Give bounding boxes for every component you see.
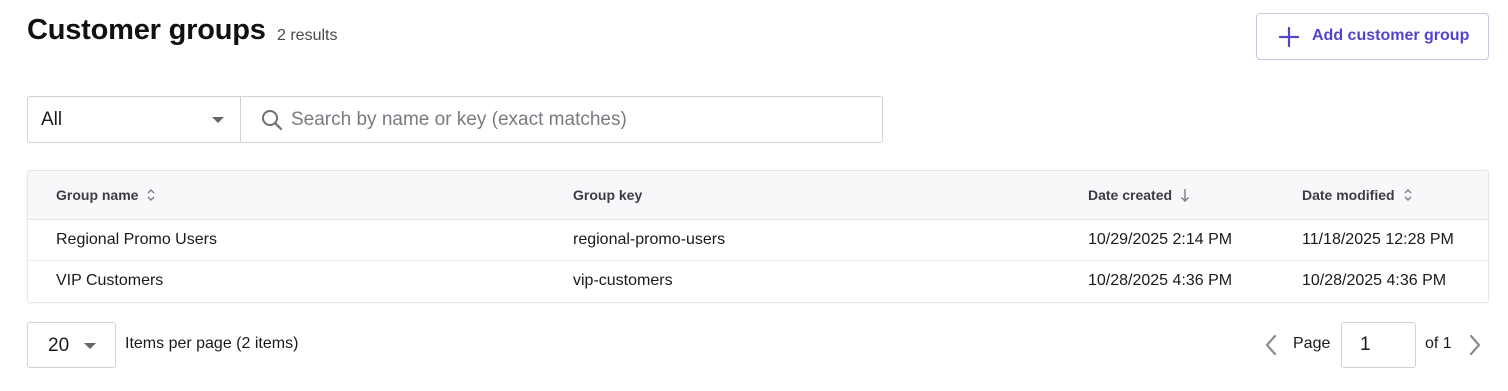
table-header: Group name Group key Date created Date m… [28, 171, 1488, 220]
search-field [241, 97, 882, 142]
table-row[interactable]: VIP Customers vip-customers 10/28/2025 4… [28, 261, 1488, 302]
cell-group-name: Regional Promo Users [56, 231, 217, 248]
page-total-label: of 1 [1425, 335, 1452, 352]
add-customer-group-button[interactable]: Add customer group [1256, 13, 1489, 60]
page-label: Page [1293, 335, 1331, 352]
cell-date-modified: 10/28/2025 4:36 PM [1302, 272, 1447, 289]
add-customer-group-label: Add customer group [1312, 27, 1470, 44]
column-header-date-modified[interactable]: Date modified [1302, 187, 1413, 203]
sort-icon [1404, 189, 1412, 201]
arrow-down-icon [1181, 189, 1190, 202]
result-count: 2 results [277, 27, 338, 44]
page-title: Customer groups [27, 14, 266, 46]
customer-groups-table: Group name Group key Date created Date m… [27, 170, 1489, 303]
filter-type-select[interactable]: All [28, 97, 241, 142]
cell-date-created: 10/28/2025 4:36 PM [1088, 272, 1233, 289]
items-per-page-select[interactable]: 20 [27, 322, 116, 368]
caret-down-icon [84, 343, 96, 349]
cell-group-name: VIP Customers [56, 272, 164, 289]
search-input[interactable] [291, 106, 871, 134]
column-header-label: Date created [1088, 187, 1173, 203]
page-number-input[interactable] [1341, 322, 1416, 368]
chevron-left-icon[interactable] [1262, 333, 1280, 357]
items-per-page-label: Items per page (2 items) [125, 335, 299, 352]
search-icon [262, 110, 283, 131]
column-header-label: Group name [56, 187, 139, 203]
column-header-label: Date modified [1302, 187, 1395, 203]
filter-bar: All [27, 96, 883, 143]
cell-date-created: 10/29/2025 2:14 PM [1088, 231, 1233, 248]
caret-down-icon [212, 117, 224, 123]
cell-date-modified: 11/18/2025 12:28 PM [1302, 231, 1454, 248]
per-page-value: 20 [48, 335, 70, 356]
column-header-group-name[interactable]: Group name [56, 187, 156, 203]
cell-group-key: vip-customers [573, 272, 673, 289]
column-header-label: Group key [573, 187, 643, 203]
chevron-right-icon[interactable] [1466, 333, 1484, 357]
plus-icon [1278, 26, 1300, 48]
sort-icon [147, 189, 155, 201]
filter-select-value: All [41, 109, 63, 130]
column-header-group-key: Group key [573, 187, 642, 203]
column-header-date-created[interactable]: Date created [1088, 187, 1190, 203]
cell-group-key: regional-promo-users [573, 231, 726, 248]
table-row[interactable]: Regional Promo Users regional-promo-user… [28, 220, 1488, 261]
